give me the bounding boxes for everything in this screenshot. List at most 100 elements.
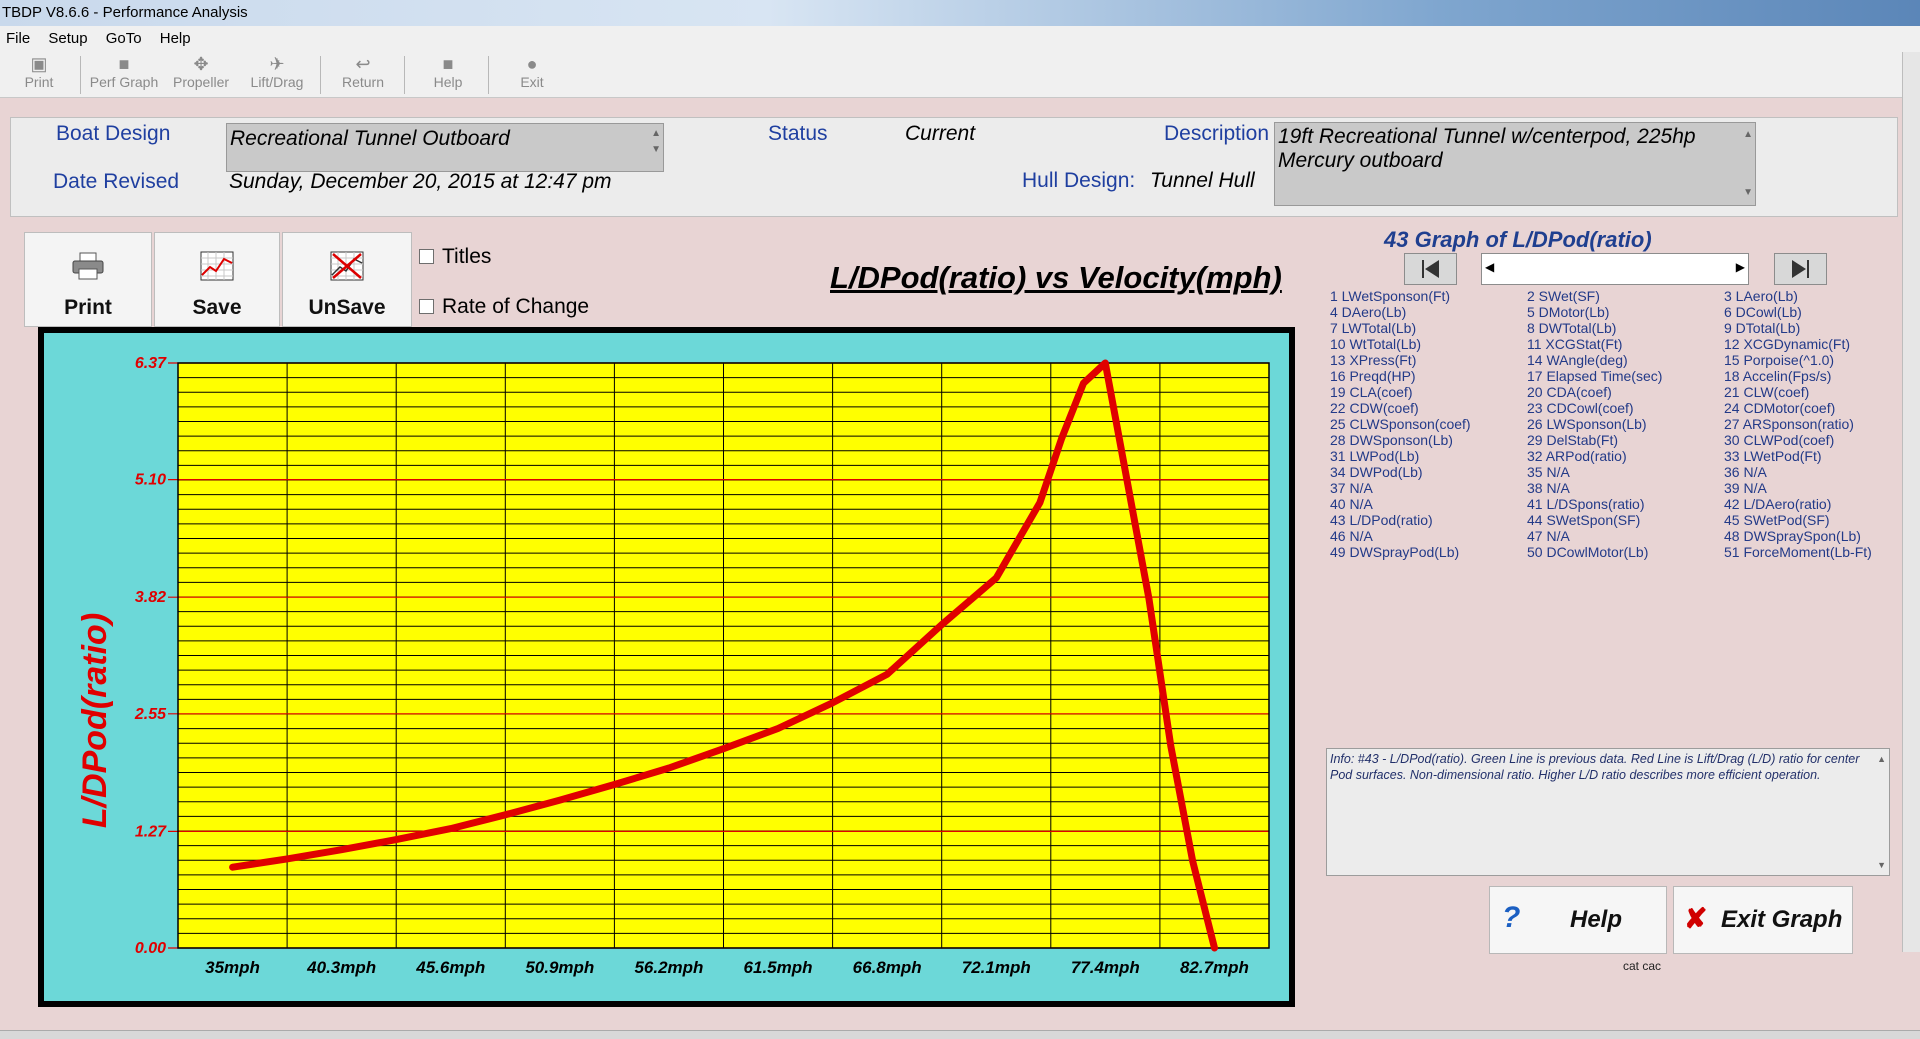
print-button[interactable]: Print: [24, 232, 152, 327]
last-icon: [1792, 260, 1809, 278]
variable-item[interactable]: 17 Elapsed Time(sec): [1527, 368, 1662, 384]
variable-item[interactable]: 8 DWTotal(Lb): [1527, 320, 1662, 336]
scroll-arrows-icon[interactable]: ▲ ▼: [651, 126, 661, 158]
variable-item[interactable]: 37 N/A: [1330, 480, 1471, 496]
exit-graph-button[interactable]: ✘ Exit Graph: [1673, 886, 1853, 954]
exit-icon: ●: [526, 54, 538, 74]
lift-drag-icon: ✈: [269, 54, 285, 74]
variable-item[interactable]: 11 XCGStat(Ft): [1527, 336, 1662, 352]
titles-checkbox[interactable]: [419, 249, 434, 264]
x-tick-label: 82.7mph: [1180, 958, 1249, 977]
variable-item[interactable]: 23 CDCowl(coef): [1527, 400, 1662, 416]
menu-file[interactable]: File: [6, 30, 30, 47]
slider-track[interactable]: [1502, 256, 1702, 282]
scroll-up-icon[interactable]: ▲: [1877, 751, 1886, 767]
menu-goto[interactable]: GoTo: [106, 30, 142, 47]
scroll-up-icon[interactable]: ▲: [1743, 127, 1753, 143]
toolbar-separator: [404, 56, 405, 94]
variable-item[interactable]: 3 LAero(Lb): [1724, 288, 1872, 304]
variable-item[interactable]: 22 CDW(coef): [1330, 400, 1471, 416]
slider-right-arrow-icon[interactable]: ▶: [1736, 260, 1745, 274]
variable-item[interactable]: 46 N/A: [1330, 528, 1471, 544]
variable-item[interactable]: 1 LWetSponson(Ft): [1330, 288, 1471, 304]
description-field[interactable]: 19ft Recreational Tunnel w/centerpod, 22…: [1274, 122, 1756, 206]
variable-item[interactable]: 45 SWetPod(SF): [1724, 512, 1872, 528]
variable-item[interactable]: 47 N/A: [1527, 528, 1662, 544]
variable-item[interactable]: 28 DWSponson(Lb): [1330, 432, 1471, 448]
variable-item[interactable]: 31 LWPod(Lb): [1330, 448, 1471, 464]
scroll-down-icon[interactable]: ▼: [1877, 857, 1886, 873]
first-graph-button[interactable]: [1404, 253, 1457, 285]
variable-item[interactable]: 32 ARPod(ratio): [1527, 448, 1662, 464]
x-tick-label: 35mph: [205, 958, 260, 977]
status-label: Status: [768, 122, 828, 145]
variable-item[interactable]: 34 DWPod(Lb): [1330, 464, 1471, 480]
variable-item[interactable]: 38 N/A: [1527, 480, 1662, 496]
variable-item[interactable]: 42 L/DAero(ratio): [1724, 496, 1872, 512]
variable-item[interactable]: 14 WAngle(deg): [1527, 352, 1662, 368]
variable-item[interactable]: 13 XPress(Ft): [1330, 352, 1471, 368]
variable-item[interactable]: 19 CLA(coef): [1330, 384, 1471, 400]
variable-item[interactable]: 2 SWet(SF): [1527, 288, 1662, 304]
variable-item[interactable]: 16 Preqd(HP): [1330, 368, 1471, 384]
scroll-down-icon[interactable]: ▼: [1743, 185, 1753, 201]
variable-item[interactable]: 15 Porpoise(^1.0): [1724, 352, 1872, 368]
variable-item[interactable]: 29 DelStab(Ft): [1527, 432, 1662, 448]
toolbar-separator: [488, 56, 489, 94]
toolbar-perf-graph-button[interactable]: ■ Perf Graph: [86, 52, 162, 98]
variable-item[interactable]: 39 N/A: [1724, 480, 1872, 496]
y-tick-label: 2.55: [134, 706, 167, 723]
variable-item[interactable]: 50 DCowlMotor(Lb): [1527, 544, 1662, 560]
variable-item[interactable]: 4 DAero(Lb): [1330, 304, 1471, 320]
last-graph-button[interactable]: [1774, 253, 1827, 285]
info-box[interactable]: Info: #43 - L/DPod(ratio). Green Line is…: [1326, 748, 1890, 876]
save-button[interactable]: Save: [154, 232, 280, 327]
graph-slider[interactable]: ◀ ▶: [1481, 253, 1749, 285]
toolbar-exit-button[interactable]: ● Exit: [504, 52, 560, 98]
toolbar-propeller-button[interactable]: ✥ Propeller: [166, 52, 236, 98]
variable-item[interactable]: 9 DTotal(Lb): [1724, 320, 1872, 336]
variable-item[interactable]: 35 N/A: [1527, 464, 1662, 480]
toolbar-lift-drag-button[interactable]: ✈ Lift/Drag: [242, 52, 312, 98]
menu-help[interactable]: Help: [160, 30, 191, 47]
variable-item[interactable]: 18 Accelin(Fps/s): [1724, 368, 1872, 384]
variable-item[interactable]: 7 LWTotal(Lb): [1330, 320, 1471, 336]
variable-item[interactable]: 27 ARSponson(ratio): [1724, 416, 1872, 432]
slider-left-arrow-icon[interactable]: ◀: [1485, 260, 1494, 274]
variable-item[interactable]: 5 DMotor(Lb): [1527, 304, 1662, 320]
help-button[interactable]: ? Help: [1489, 886, 1667, 954]
toolbar-print-button[interactable]: ▣ Print: [12, 52, 66, 98]
menu-bar: File Setup GoTo Help: [0, 26, 1920, 52]
rate-of-change-checkbox[interactable]: [419, 299, 434, 314]
boat-design-label: Boat Design: [56, 122, 171, 145]
chart-title: L/DPod(ratio) vs Velocity(mph): [830, 260, 1282, 295]
variable-item[interactable]: 51 ForceMoment(Lb-Ft): [1724, 544, 1872, 560]
variable-item[interactable]: 24 CDMotor(coef): [1724, 400, 1872, 416]
variable-item[interactable]: 10 WtTotal(Lb): [1330, 336, 1471, 352]
exit-graph-button-label: Exit Graph: [1721, 906, 1843, 933]
variable-item[interactable]: 36 N/A: [1724, 464, 1872, 480]
toolbar-separator: [320, 56, 321, 94]
menu-setup[interactable]: Setup: [48, 30, 87, 47]
variable-item[interactable]: 20 CDA(coef): [1527, 384, 1662, 400]
unsave-button[interactable]: UnSave: [282, 232, 412, 327]
toolbar-separator: [80, 56, 81, 94]
variable-item[interactable]: 40 N/A: [1330, 496, 1471, 512]
variable-item[interactable]: 33 LWetPod(Ft): [1724, 448, 1872, 464]
variable-item[interactable]: 6 DCowl(Lb): [1724, 304, 1872, 320]
variable-item[interactable]: 21 CLW(coef): [1724, 384, 1872, 400]
variable-item[interactable]: 44 SWetSpon(SF): [1527, 512, 1662, 528]
variable-item[interactable]: 43 L/DPod(ratio): [1330, 512, 1471, 528]
info-text: Info: #43 - L/DPod(ratio). Green Line is…: [1330, 752, 1860, 782]
toolbar-return-button[interactable]: ↩ Return: [332, 52, 394, 98]
toolbar-return-label: Return: [341, 74, 385, 90]
variable-item[interactable]: 25 CLWSponson(coef): [1330, 416, 1471, 432]
variable-item[interactable]: 48 DWSpraySpon(Lb): [1724, 528, 1872, 544]
variable-item[interactable]: 12 XCGDynamic(Ft): [1724, 336, 1872, 352]
variable-item[interactable]: 49 DWSprayPod(Lb): [1330, 544, 1471, 560]
variable-item[interactable]: 41 L/DSpons(ratio): [1527, 496, 1662, 512]
toolbar-help-button[interactable]: ■ Help: [420, 52, 476, 98]
boat-design-field[interactable]: Recreational Tunnel Outboard ▲ ▼: [226, 123, 664, 172]
variable-item[interactable]: 30 CLWPod(coef): [1724, 432, 1872, 448]
variable-item[interactable]: 26 LWSponson(Lb): [1527, 416, 1662, 432]
